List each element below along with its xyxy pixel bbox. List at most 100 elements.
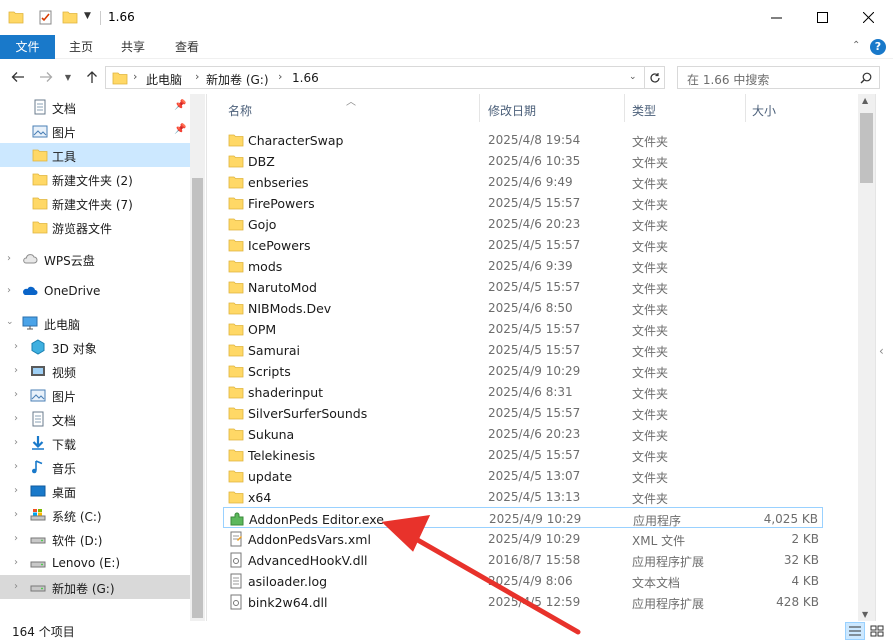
file-row[interactable]: AddonPedsVars.xml 2025/4/9 10:29 XML 文件 2 K… <box>223 528 823 549</box>
pin-icon[interactable]: 📌 <box>174 100 186 111</box>
nav-item-desktop[interactable]: › 桌面 <box>0 479 190 503</box>
file-row[interactable]: Samurai 2025/4/5 15:57 文件夹 <box>223 339 823 360</box>
minimize-button[interactable] <box>753 0 799 35</box>
preview-pane-toggle[interactable]: ‹ <box>875 94 893 621</box>
file-row[interactable]: OPM 2025/4/5 15:57 文件夹 <box>223 318 823 339</box>
file-row[interactable]: Telekinesis 2025/4/5 15:57 文件夹 <box>223 444 823 465</box>
scroll-down-icon[interactable]: ▼ <box>862 610 868 619</box>
nav-item-drive-g[interactable]: › 新加卷 (G:) <box>0 575 190 599</box>
chevron-right-icon[interactable]: › <box>14 461 18 472</box>
file-row[interactable]: shaderinput 2025/4/6 8:31 文件夹 <box>223 381 823 402</box>
breadcrumb-drive-g[interactable]: 新加卷 (G:) <box>206 71 269 88</box>
file-row[interactable]: CharacterSwap 2025/4/8 19:54 文件夹 <box>223 129 823 150</box>
tab-file[interactable]: 文件 <box>0 35 55 59</box>
file-row[interactable]: IcePowers 2025/4/5 15:57 文件夹 <box>223 234 823 255</box>
tab-share[interactable]: 共享 <box>107 35 159 59</box>
chevron-right-icon[interactable]: › <box>14 485 18 496</box>
chevron-right-icon[interactable]: › <box>14 557 18 568</box>
breadcrumb-current[interactable]: 1.66 <box>292 71 319 85</box>
file-row[interactable]: Gojo 2025/4/6 20:23 文件夹 <box>223 213 823 234</box>
chevron-up-icon[interactable]: ⌃ <box>852 40 860 51</box>
tab-view[interactable]: 查看 <box>159 35 215 59</box>
chevron-down-icon[interactable]: ⌄ <box>6 317 14 327</box>
nav-item-drive-d[interactable]: › 软件 (D:) <box>0 527 190 551</box>
help-icon[interactable]: ? <box>870 39 886 55</box>
nav-item-videos[interactable]: › 视频 <box>0 359 190 383</box>
nav-item-onedrive[interactable]: › OneDrive <box>0 279 190 303</box>
pin-icon[interactable]: 📌 <box>174 124 186 135</box>
close-button[interactable] <box>845 0 891 35</box>
nav-item-pictures[interactable]: 图片 📌 <box>0 119 190 143</box>
chevron-left-icon[interactable]: ‹ <box>879 344 884 358</box>
forward-button[interactable] <box>37 68 55 86</box>
refresh-button[interactable] <box>645 66 665 89</box>
tab-home[interactable]: 主页 <box>55 35 107 59</box>
new-folder-icon[interactable] <box>62 9 78 25</box>
maximize-button[interactable] <box>799 0 845 35</box>
column-separator[interactable] <box>745 94 746 122</box>
chevron-right-icon[interactable]: › <box>14 581 18 592</box>
nav-item-browser-files[interactable]: 游览器文件 <box>0 215 190 239</box>
column-header-size[interactable]: 大小 <box>752 102 776 119</box>
nav-item-3d-objects[interactable]: › 3D 对象 <box>0 335 190 359</box>
chevron-right-icon[interactable]: › <box>14 389 18 400</box>
column-header-type[interactable]: 类型 <box>632 102 656 119</box>
chevron-right-icon[interactable]: › <box>14 341 18 352</box>
file-row[interactable]: FirePowers 2025/4/5 15:57 文件夹 <box>223 192 823 213</box>
breadcrumb-chevron-icon[interactable]: › <box>278 70 282 83</box>
nav-item-pc-documents[interactable]: › 文档 <box>0 407 190 431</box>
nav-item-pc-pictures[interactable]: › 图片 <box>0 383 190 407</box>
chevron-down-icon[interactable]: ⌄ <box>629 72 637 82</box>
nav-item-drive-e[interactable]: › Lenovo (E:) <box>0 551 190 575</box>
file-row[interactable]: bink2w64.dll 2025/4/5 12:59 应用程序扩展 428 KB <box>223 591 823 612</box>
chevron-right-icon[interactable]: › <box>14 365 18 376</box>
nav-item-this-pc[interactable]: ⌄ 此电脑 <box>0 311 190 335</box>
file-row[interactable]: asiloader.log 2025/4/9 8:06 文本文档 4 KB <box>223 570 823 591</box>
column-header-date[interactable]: 修改日期 <box>488 102 536 119</box>
search-box[interactable]: 在 1.66 中搜索 <box>677 66 880 89</box>
breadcrumb-chevron-icon[interactable]: › <box>195 70 199 83</box>
breadcrumb-this-pc[interactable]: 此电脑 <box>146 71 182 88</box>
column-separator[interactable] <box>479 94 480 122</box>
nav-item-new-folder-2[interactable]: 新建文件夹 (2) <box>0 167 190 191</box>
file-row[interactable]: enbseries 2025/4/6 9:49 文件夹 <box>223 171 823 192</box>
address-bar[interactable]: › 此电脑 › 新加卷 (G:) › 1.66 ⌄ <box>105 66 645 89</box>
nav-item-new-folder-7[interactable]: 新建文件夹 (7) <box>0 191 190 215</box>
nav-item-music[interactable]: › 音乐 <box>0 455 190 479</box>
file-row[interactable]: update 2025/4/5 13:07 文件夹 <box>223 465 823 486</box>
chevron-right-icon[interactable]: › <box>14 413 18 424</box>
chevron-right-icon[interactable]: › <box>14 509 18 520</box>
scroll-up-icon[interactable]: ▲ <box>862 96 868 105</box>
file-row[interactable]: NarutoMod 2025/4/5 15:57 文件夹 <box>223 276 823 297</box>
file-row[interactable]: Sukuna 2025/4/6 20:23 文件夹 <box>223 423 823 444</box>
breadcrumb-chevron-icon[interactable]: › <box>133 70 137 83</box>
file-row[interactable]: Scripts 2025/4/9 10:29 文件夹 <box>223 360 823 381</box>
chevron-right-icon[interactable]: › <box>7 253 11 264</box>
column-separator[interactable] <box>624 94 625 122</box>
large-icons-view-button[interactable] <box>867 622 887 640</box>
nav-item-downloads[interactable]: › 下载 <box>0 431 190 455</box>
chevron-right-icon[interactable]: › <box>7 285 11 296</box>
nav-item-tools[interactable]: 工具 <box>0 143 190 167</box>
file-row[interactable]: NIBMods.Dev 2025/4/6 8:50 文件夹 <box>223 297 823 318</box>
nav-item-wps-cloud[interactable]: › WPS云盘 <box>0 247 190 271</box>
nav-item-drive-c[interactable]: › 系统 (C:) <box>0 503 190 527</box>
pane-divider[interactable] <box>206 94 207 621</box>
nav-item-documents[interactable]: 文档 📌 <box>0 95 190 119</box>
file-row[interactable]: SilverSurferSounds 2025/4/5 15:57 文件夹 <box>223 402 823 423</box>
file-row[interactable]: AdvancedHookV.dll 2016/8/7 15:58 应用程序扩展 32 … <box>223 549 823 570</box>
file-row[interactable]: mods 2025/4/6 9:39 文件夹 <box>223 255 823 276</box>
properties-icon[interactable] <box>38 9 54 25</box>
file-list-scrollbar-thumb[interactable] <box>860 113 873 183</box>
back-button[interactable] <box>9 68 27 86</box>
up-button[interactable] <box>83 68 101 86</box>
file-row[interactable]: x64 2025/4/5 13:13 文件夹 <box>223 486 823 507</box>
nav-scrollbar-thumb[interactable] <box>192 178 203 618</box>
chevron-right-icon[interactable]: › <box>14 437 18 448</box>
file-row[interactable]: DBZ 2025/4/6 10:35 文件夹 <box>223 150 823 171</box>
details-view-button[interactable] <box>845 622 865 640</box>
chevron-down-icon[interactable]: ▼ <box>84 11 100 27</box>
recent-locations-button[interactable]: ▼ <box>62 68 74 86</box>
chevron-right-icon[interactable]: › <box>14 533 18 544</box>
column-header-name[interactable]: 名称 <box>228 102 252 119</box>
